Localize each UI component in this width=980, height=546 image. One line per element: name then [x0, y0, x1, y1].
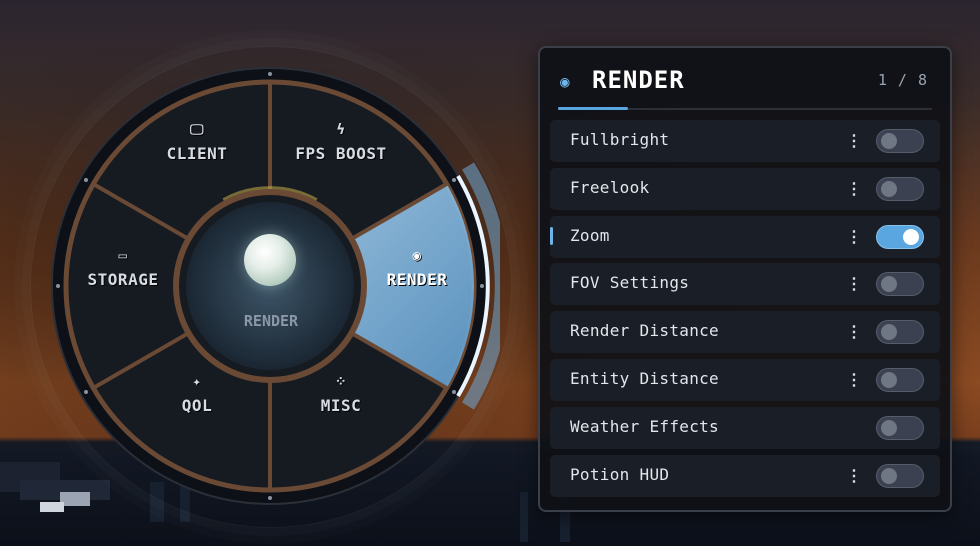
- grid-dots-icon: ⁘: [334, 374, 348, 390]
- module-label: Entity Distance: [570, 368, 719, 388]
- more-options-icon[interactable]: ⋮: [846, 131, 862, 150]
- more-options-icon[interactable]: ⋮: [846, 466, 862, 485]
- more-options-icon[interactable]: ⋮: [846, 322, 862, 341]
- module-panel: ◉ RENDER 1 / 8 Fullbright ⋮ Freelook ⋮ Zoom ⋮…: [538, 46, 952, 512]
- module-row[interactable]: Zoom ⋮: [550, 215, 940, 258]
- more-options-icon[interactable]: ⋮: [846, 227, 862, 246]
- segment-label: CLIENT: [166, 144, 228, 163]
- segment-label: QOL: [181, 396, 213, 415]
- segment-label: RENDER: [386, 270, 448, 289]
- module-list: Fullbright ⋮ Freelook ⋮ Zoom ⋮ FOV Settings ⋮ Re…: [550, 120, 940, 502]
- box-icon: ▭: [118, 248, 128, 264]
- more-options-icon[interactable]: ⋮: [846, 274, 862, 293]
- wheel-segment-qol[interactable]: ✦ QOL: [132, 374, 262, 415]
- segment-label: FPS BOOST: [295, 144, 387, 163]
- module-toggle[interactable]: [876, 320, 924, 345]
- toggle-knob: [881, 371, 897, 388]
- toggle-knob: [903, 228, 919, 245]
- panel-header: ◉ RENDER 1 / 8: [558, 66, 932, 106]
- more-options-icon[interactable]: ⋮: [846, 179, 862, 198]
- module-row[interactable]: Freelook ⋮: [550, 167, 940, 210]
- header-accent-bar: [558, 107, 628, 110]
- wheel-segment-render[interactable]: ◉ RENDER: [352, 248, 482, 289]
- selection-marker: [550, 226, 553, 245]
- panel-title: RENDER: [592, 66, 685, 94]
- wheel-segment-fps-boost[interactable]: ϟ FPS BOOST: [276, 122, 406, 163]
- toggle-knob: [881, 324, 897, 341]
- wheel-segment-storage[interactable]: ▭ STORAGE: [58, 248, 188, 289]
- page-count: 1 / 8: [877, 71, 928, 89]
- toggle-knob: [881, 133, 897, 149]
- eye-icon: ◉: [560, 72, 570, 91]
- module-label: Potion HUD: [570, 464, 670, 484]
- module-toggle[interactable]: [876, 272, 924, 297]
- toggle-knob: [881, 419, 897, 436]
- eye-icon: ◉: [412, 248, 422, 264]
- monitor-icon: 🖵: [190, 122, 204, 138]
- module-label: FOV Settings: [570, 273, 690, 293]
- segment-label: STORAGE: [87, 270, 159, 289]
- wheel-center-label: RENDER: [243, 312, 299, 330]
- toggle-knob: [881, 276, 897, 293]
- module-row[interactable]: FOV Settings ⋮: [550, 263, 940, 306]
- module-row[interactable]: Fullbright ⋮: [550, 120, 940, 162]
- module-label: Fullbright: [570, 130, 670, 149]
- module-row[interactable]: Potion HUD ⋮: [550, 454, 940, 497]
- module-toggle[interactable]: [876, 367, 924, 392]
- sparkle-icon: ✦: [192, 374, 202, 390]
- module-label: Weather Effects: [570, 416, 719, 436]
- module-toggle[interactable]: [876, 176, 924, 201]
- radial-menu: RENDER 🖵 CLIENT ϟ FPS BOOST ◉ RENDER ⁘ M…: [30, 46, 512, 528]
- module-toggle[interactable]: [876, 224, 924, 249]
- module-label: Render Distance: [570, 321, 719, 341]
- module-label: Freelook: [570, 177, 650, 197]
- more-options-icon[interactable]: ⋮: [846, 370, 862, 389]
- module-row[interactable]: Render Distance ⋮: [550, 311, 940, 354]
- render-orb-icon: [244, 234, 296, 286]
- module-toggle[interactable]: [876, 463, 924, 488]
- module-label: Zoom: [570, 225, 610, 245]
- toggle-knob: [881, 467, 897, 484]
- module-row[interactable]: Entity Distance ⋮: [550, 358, 940, 401]
- module-row[interactable]: Weather Effects: [550, 406, 940, 449]
- lightning-icon: ϟ: [336, 122, 346, 138]
- toggle-knob: [881, 180, 897, 197]
- wheel-segment-client[interactable]: 🖵 CLIENT: [132, 122, 262, 163]
- module-toggle[interactable]: [876, 129, 924, 153]
- module-toggle[interactable]: [876, 415, 924, 440]
- wheel-segment-misc[interactable]: ⁘ MISC: [276, 374, 406, 415]
- segment-label: MISC: [320, 396, 362, 415]
